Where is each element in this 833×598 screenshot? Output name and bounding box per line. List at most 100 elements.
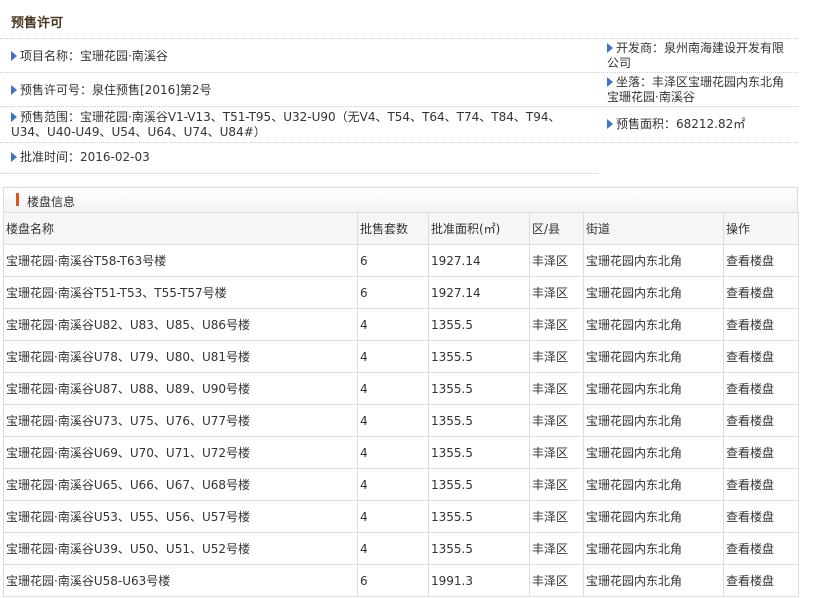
area-cell: 1355.5 <box>428 468 530 501</box>
building-name-cell: 宝珊花园·南溪谷U65、U66、U67、U68号楼 <box>3 468 358 501</box>
arrow-right-icon <box>11 85 17 95</box>
street-cell: 宝珊花园内东北角 <box>583 340 724 373</box>
arrow-right-icon <box>607 43 613 53</box>
units-cell: 6 <box>357 244 429 277</box>
location-text-line2: 宝珊花园·南溪谷 <box>607 90 695 104</box>
area-cell: 1355.5 <box>428 308 530 341</box>
view-building-link[interactable]: 查看楼盘 <box>723 244 799 277</box>
page-header: 预售许可 <box>0 0 798 39</box>
district-cell: 丰泽区 <box>529 532 584 565</box>
view-building-link[interactable]: 查看楼盘 <box>723 500 799 533</box>
units-cell: 4 <box>357 372 429 405</box>
area-cell: 1355.5 <box>428 372 530 405</box>
district-cell: 丰泽区 <box>529 404 584 437</box>
building-name-cell: 宝珊花园·南溪谷U78、U79、U80、U81号楼 <box>3 340 358 373</box>
district-cell: 丰泽区 <box>529 276 584 309</box>
district-cell: 丰泽区 <box>529 468 584 501</box>
view-building-link[interactable]: 查看楼盘 <box>723 532 799 565</box>
building-name-cell: 宝珊花园·南溪谷T58-T63号楼 <box>3 244 358 277</box>
table-row: 宝珊花园·南溪谷U78、U79、U80、U81号楼 4 1355.5 丰泽区 宝… <box>3 340 799 373</box>
units-cell: 6 <box>357 564 429 597</box>
area-cell: 1355.5 <box>428 532 530 565</box>
column-header-area: 批准面积(㎡) <box>428 212 530 245</box>
arrow-right-icon <box>11 152 17 162</box>
permit-row-2: 预售许可号：泉住预售[2016]第2号 坐落：丰泽区宝珊花园内东北角 宝珊花园·… <box>0 73 798 107</box>
view-building-link[interactable]: 查看楼盘 <box>723 468 799 501</box>
developer-text-line2: 公司 <box>607 56 632 70</box>
developer-text-line1: 开发商：泉州南海建设开发有限 <box>616 41 785 55</box>
sale-area-text: 预售面积：68212.82㎡ <box>616 117 746 131</box>
district-cell: 丰泽区 <box>529 436 584 469</box>
table-row: 宝珊花园·南溪谷U58-U63号楼 6 1991.3 丰泽区 宝珊花园内东北角 … <box>3 564 799 597</box>
arrow-right-icon <box>11 51 17 61</box>
table-row: 宝珊花园·南溪谷T58-T63号楼 6 1927.14 丰泽区 宝珊花园内东北角… <box>3 244 799 277</box>
building-name-cell: 宝珊花园·南溪谷U39、U50、U51、U52号楼 <box>3 532 358 565</box>
column-header-street: 街道 <box>583 212 724 245</box>
area-cell: 1927.14 <box>428 244 530 277</box>
building-name-cell: 宝珊花园·南溪谷U53、U55、U56、U57号楼 <box>3 500 358 533</box>
units-cell: 4 <box>357 500 429 533</box>
table-row: 宝珊花园·南溪谷U82、U83、U85、U86号楼 4 1355.5 丰泽区 宝… <box>3 308 799 341</box>
units-cell: 4 <box>357 308 429 341</box>
view-building-link[interactable]: 查看楼盘 <box>723 564 799 597</box>
street-cell: 宝珊花园内东北角 <box>583 276 724 309</box>
table-row: 宝珊花园·南溪谷U87、U88、U89、U90号楼 4 1355.5 丰泽区 宝… <box>3 372 799 405</box>
street-cell: 宝珊花园内东北角 <box>583 244 724 277</box>
approval-date-field: 批准时间：2016-02-03 <box>11 150 150 165</box>
area-cell: 1355.5 <box>428 340 530 373</box>
street-cell: 宝珊花园内东北角 <box>583 404 724 437</box>
arrow-right-icon <box>607 119 613 129</box>
view-building-link[interactable]: 查看楼盘 <box>723 340 799 373</box>
area-cell: 1991.3 <box>428 564 530 597</box>
units-cell: 4 <box>357 468 429 501</box>
view-building-link[interactable]: 查看楼盘 <box>723 308 799 341</box>
listing-section-header: 楼盘信息 <box>3 187 798 213</box>
district-cell: 丰泽区 <box>529 372 584 405</box>
location-text-line1: 坐落：丰泽区宝珊花园内东北角 <box>616 75 785 89</box>
approval-date-text: 批准时间：2016-02-03 <box>20 150 150 164</box>
units-cell: 4 <box>357 340 429 373</box>
street-cell: 宝珊花园内东北角 <box>583 564 724 597</box>
area-cell: 1355.5 <box>428 404 530 437</box>
district-cell: 丰泽区 <box>529 308 584 341</box>
table-row: 宝珊花园·南溪谷U39、U50、U51、U52号楼 4 1355.5 丰泽区 宝… <box>3 532 799 565</box>
area-cell: 1927.14 <box>428 276 530 309</box>
table-row: 宝珊花园·南溪谷U73、U75、U76、U77号楼 4 1355.5 丰泽区 宝… <box>3 404 799 437</box>
sale-scope-field: 预售范围：宝珊花园·南溪谷V1-V13、T51-T95、U32-U90（无V4、… <box>11 110 601 140</box>
area-cell: 1355.5 <box>428 500 530 533</box>
units-cell: 4 <box>357 532 429 565</box>
units-cell: 4 <box>357 404 429 437</box>
permit-row-3: 预售范围：宝珊花园·南溪谷V1-V13、T51-T95、U32-U90（无V4、… <box>0 107 798 143</box>
table-header-row: 楼盘名称 批售套数 批准面积(㎡) 区/县 街道 操作 <box>3 212 799 245</box>
district-cell: 丰泽区 <box>529 500 584 533</box>
arrow-right-icon <box>607 77 613 87</box>
building-name-cell: 宝珊花园·南溪谷U58-U63号楼 <box>3 564 358 597</box>
view-building-link[interactable]: 查看楼盘 <box>723 404 799 437</box>
view-building-link[interactable]: 查看楼盘 <box>723 276 799 309</box>
table-row: 宝珊花园·南溪谷U53、U55、U56、U57号楼 4 1355.5 丰泽区 宝… <box>3 500 799 533</box>
column-header-units: 批售套数 <box>357 212 429 245</box>
building-name-cell: 宝珊花园·南溪谷U69、U70、U71、U72号楼 <box>3 436 358 469</box>
sale-scope-text-line1: 预售范围：宝珊花园·南溪谷V1-V13、T51-T95、U32-U90（无V4、… <box>20 110 561 124</box>
project-name-field: 项目名称：宝珊花园·南溪谷 <box>11 49 168 64</box>
table-row: 宝珊花园·南溪谷T51-T53、T55-T57号楼 6 1927.14 丰泽区 … <box>3 276 799 309</box>
location-field: 坐落：丰泽区宝珊花园内东北角 宝珊花园·南溪谷 <box>607 75 797 105</box>
listing-table: 楼盘名称 批售套数 批准面积(㎡) 区/县 街道 操作 宝珊花园·南溪谷T58-… <box>3 212 799 597</box>
view-building-link[interactable]: 查看楼盘 <box>723 372 799 405</box>
table-row: 宝珊花园·南溪谷U65、U66、U67、U68号楼 4 1355.5 丰泽区 宝… <box>3 468 799 501</box>
building-name-cell: 宝珊花园·南溪谷U82、U83、U85、U86号楼 <box>3 308 358 341</box>
district-cell: 丰泽区 <box>529 340 584 373</box>
project-name-text: 项目名称：宝珊花园·南溪谷 <box>20 49 168 63</box>
units-cell: 4 <box>357 436 429 469</box>
view-building-link[interactable]: 查看楼盘 <box>723 436 799 469</box>
sale-area-field: 预售面积：68212.82㎡ <box>607 117 745 132</box>
column-header-action: 操作 <box>723 212 799 245</box>
permit-row-1: 项目名称：宝珊花园·南溪谷 开发商：泉州南海建设开发有限 公司 <box>0 39 798 73</box>
street-cell: 宝珊花园内东北角 <box>583 468 724 501</box>
listing-section-title: 楼盘信息 <box>27 195 76 209</box>
permit-row-4: 批准时间：2016-02-03 <box>0 143 598 174</box>
building-name-cell: 宝珊花园·南溪谷T51-T53、T55-T57号楼 <box>3 276 358 309</box>
column-header-district: 区/县 <box>529 212 584 245</box>
street-cell: 宝珊花园内东北角 <box>583 532 724 565</box>
building-name-cell: 宝珊花园·南溪谷U73、U75、U76、U77号楼 <box>3 404 358 437</box>
